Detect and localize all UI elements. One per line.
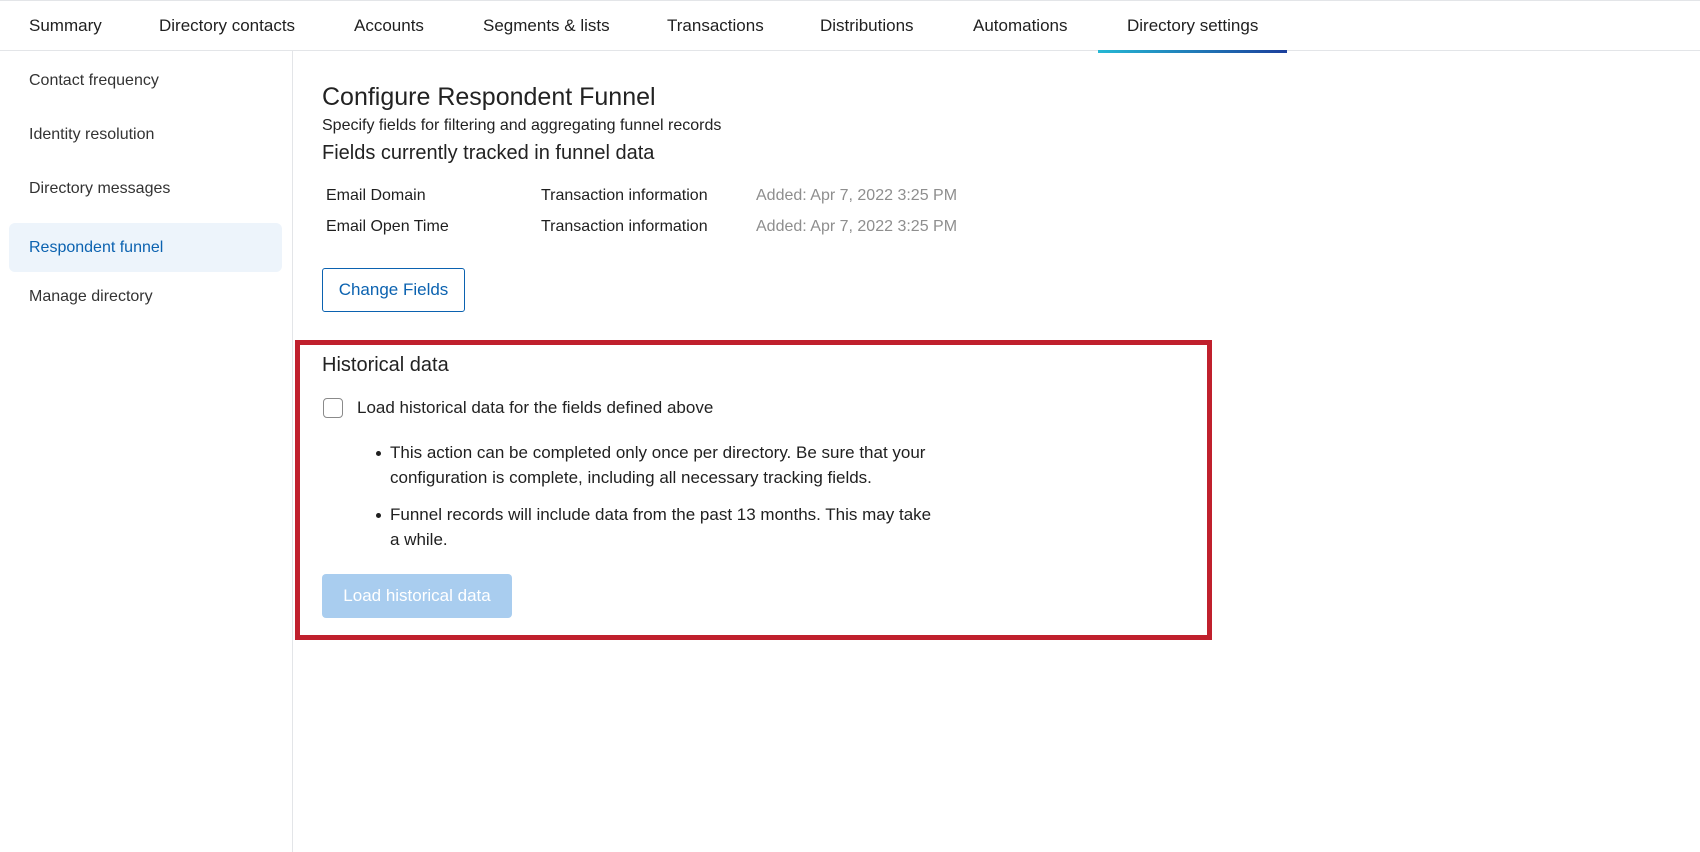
settings-sidebar: Contact frequency Identity resolution Di…	[0, 51, 293, 852]
tab-accounts[interactable]: Accounts	[354, 1, 424, 51]
field-category: Transaction information	[541, 187, 708, 204]
change-fields-button[interactable]: Change Fields	[322, 268, 465, 312]
tab-distributions[interactable]: Distributions	[820, 1, 914, 51]
field-added-date: Added: Apr 7, 2022 3:25 PM	[756, 187, 958, 204]
historical-data-highlight-box	[295, 340, 1212, 640]
field-category: Transaction information	[541, 218, 708, 235]
sidebar-item-identity-resolution[interactable]: Identity resolution	[9, 110, 282, 159]
page-title: Configure Respondent Funnel	[322, 83, 656, 111]
field-name: Email Open Time	[326, 218, 449, 235]
tab-automations[interactable]: Automations	[973, 1, 1068, 51]
tab-transactions[interactable]: Transactions	[667, 1, 764, 51]
sidebar-item-manage-directory[interactable]: Manage directory	[9, 272, 282, 321]
sidebar-item-respondent-funnel[interactable]: Respondent funnel	[9, 223, 282, 272]
tracked-field-row: Email Domain Transaction information Add…	[326, 187, 1026, 211]
tab-summary[interactable]: Summary	[29, 1, 102, 51]
sidebar-item-contact-frequency[interactable]: Contact frequency	[9, 56, 282, 105]
tab-directory-contacts[interactable]: Directory contacts	[159, 1, 295, 51]
page-subtitle: Specify fields for filtering and aggrega…	[322, 117, 722, 134]
tracked-fields-heading: Fields currently tracked in funnel data	[322, 142, 655, 164]
tab-segments-lists[interactable]: Segments & lists	[483, 1, 610, 51]
top-navigation: Summary Directory contacts Accounts Segm…	[0, 0, 1700, 53]
tracked-field-row: Email Open Time Transaction information …	[326, 218, 1026, 242]
field-name: Email Domain	[326, 187, 426, 204]
sidebar-item-directory-messages[interactable]: Directory messages	[9, 164, 282, 213]
tab-directory-settings[interactable]: Directory settings	[1097, 1, 1288, 53]
field-added-date: Added: Apr 7, 2022 3:25 PM	[756, 218, 958, 235]
